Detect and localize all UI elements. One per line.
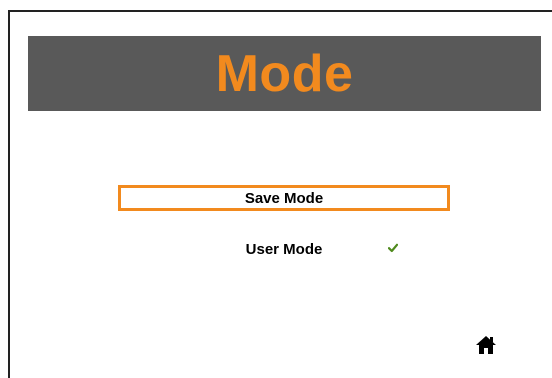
frame-left-border (8, 10, 10, 378)
home-icon-svg (476, 336, 496, 354)
save-mode-option[interactable]: Save Mode (118, 185, 450, 211)
page-title: Mode (215, 44, 354, 103)
checkmark-icon (386, 240, 400, 256)
title-bar: Mode (28, 36, 541, 111)
user-mode-label: User Mode (245, 240, 323, 258)
mode-screen: Mode Save Mode User Mode (0, 0, 552, 378)
home-icon[interactable] (474, 333, 498, 357)
user-mode-option[interactable]: User Mode (118, 236, 450, 262)
save-mode-label: Save Mode (244, 189, 324, 207)
frame-top-border (8, 10, 552, 12)
checkmark-icon-svg (388, 243, 398, 253)
